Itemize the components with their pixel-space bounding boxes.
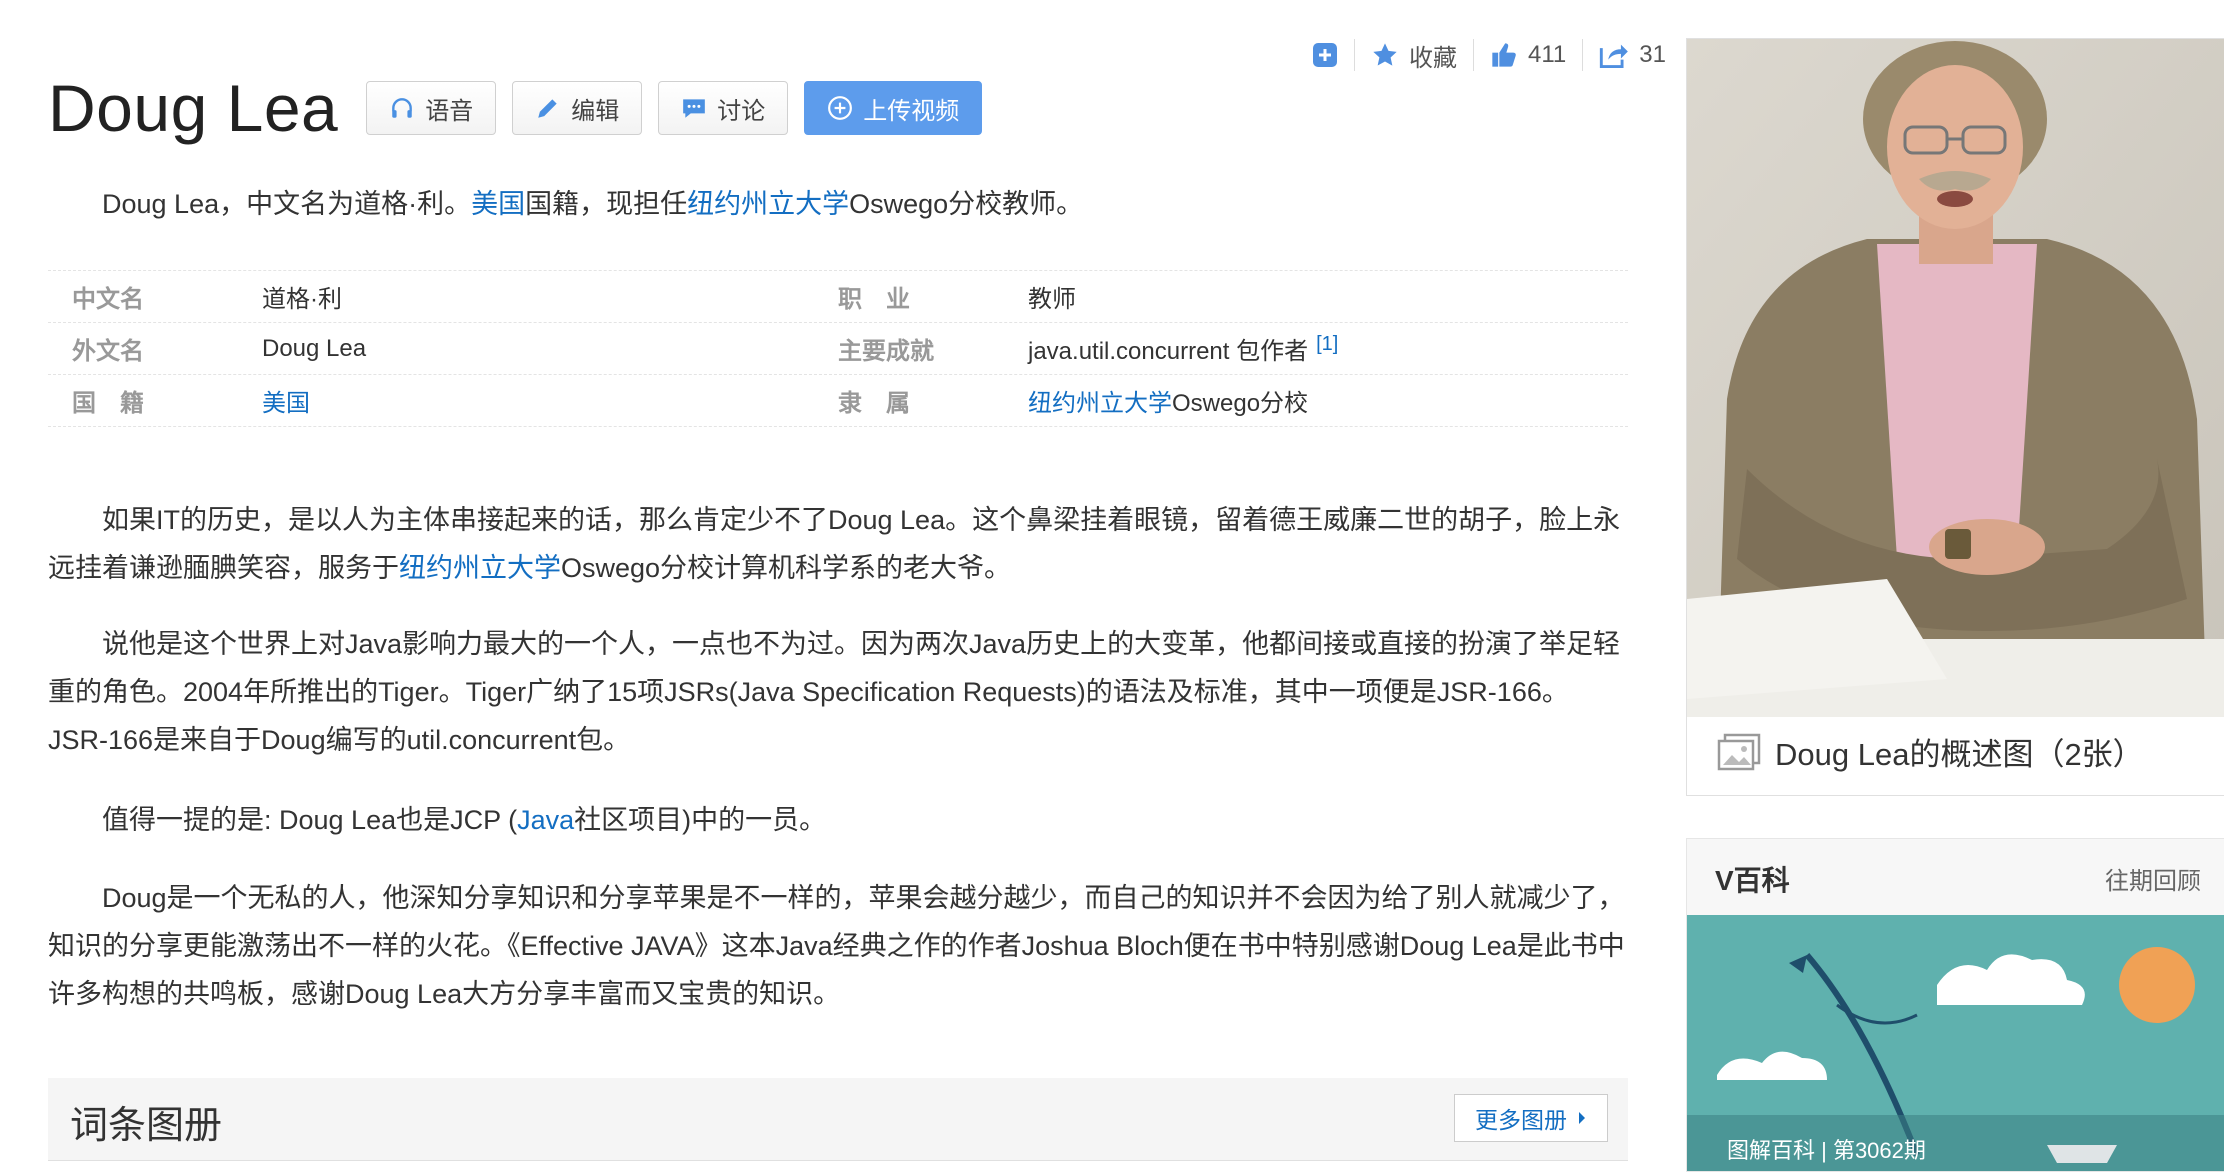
voice-button[interactable]: 语音 (366, 81, 497, 135)
link-suny[interactable]: 纽约州立大学 (687, 189, 849, 219)
album-title: 词条图册 (70, 1105, 223, 1147)
pencil-icon (538, 99, 557, 118)
info-value: 纽约州立大学Oswego分校 (1028, 390, 1309, 417)
info-row: 外文名 Doug Lea 主要成就 java.util.concurrent 包… (48, 323, 1628, 375)
photo-caption[interactable]: Doug Lea的概述图（2张） (1717, 729, 2144, 774)
share-icon (1600, 44, 1629, 68)
basic-info-table: 中文名 道格·利 职 业 教师 外文名 Doug Lea 主要成就 java.u… (48, 270, 1628, 427)
info-row: 中文名 道格·利 职 业 教师 (48, 270, 1628, 323)
discuss-button[interactable]: 讨论 (658, 81, 789, 135)
like-button[interactable]: 411 (1474, 37, 1582, 73)
thumbs-up-icon (1492, 43, 1516, 67)
summary: Doug Lea，中文名为道格·利。美国国籍，现担任纽约州立大学Oswego分校… (102, 189, 1084, 219)
action-bar: 收藏 411 31 (1296, 32, 1682, 78)
title-row: Doug Lea 语音 编辑 讨论 上传视频 (48, 70, 998, 146)
link-java[interactable]: Java (517, 805, 574, 835)
info-label: 中文名 (72, 286, 144, 313)
more-albums-button[interactable]: 更多图册 (1454, 1094, 1608, 1142)
info-label: 职 业 (838, 286, 910, 313)
reference-link[interactable]: [1] (1316, 333, 1338, 355)
upload-video-label: 上传视频 (863, 97, 960, 125)
upload-video-button[interactable]: 上传视频 (804, 81, 983, 135)
plus-circle-icon (828, 96, 853, 120)
favorite-label: 收藏 (1409, 44, 1457, 72)
v-baike-title: V百科 (1715, 865, 1790, 896)
voice-label: 语音 (425, 97, 474, 125)
info-value: 道格·利 (262, 286, 342, 313)
info-label: 国 籍 (72, 390, 144, 417)
more-albums-label: 更多图册 (1475, 1107, 1567, 1133)
headphones-icon (392, 98, 413, 118)
info-value: java.util.concurrent 包作者 [1] (1028, 333, 1339, 365)
share-count: 31 (1639, 41, 1666, 68)
v-baike-panel: V百科 往期回顾 图解百科 | 第3062期 (1686, 838, 2224, 1172)
comment-icon (683, 99, 706, 118)
paragraph-3: 值得一提的是: Doug Lea也是JCP (Java社区项目)中的一员。 (102, 805, 827, 835)
link-usa[interactable]: 美国 (471, 189, 525, 219)
link-suny-info[interactable]: 纽约州立大学 (1028, 390, 1172, 417)
edit-label: 编辑 (571, 97, 620, 125)
image-gallery-icon (1717, 733, 1761, 770)
v-baike-cover-image[interactable]: 图解百科 | 第3062期 (1687, 915, 2224, 1171)
info-value: 教师 (1028, 286, 1076, 313)
past-issues-link[interactable]: 往期回顾 (2105, 861, 2201, 896)
portrait-photo[interactable] (1687, 39, 2224, 717)
page-title: Doug Lea (48, 71, 339, 145)
issue-tag: 图解百科 | 第3062期 (1727, 1138, 1926, 1163)
summary-photo-card: Doug Lea的概述图（2张） (1686, 38, 2224, 796)
photo-caption-text: Doug Lea的概述图（2张） (1775, 737, 2144, 772)
discuss-label: 讨论 (717, 97, 766, 125)
info-label: 主要成就 (838, 338, 934, 365)
star-icon (1373, 43, 1397, 66)
album-section: 词条图册 更多图册 (48, 1078, 1628, 1161)
paragraph-1: 如果IT的历史，是以人为主体串接起来的话，那么肯定少不了Doug Lea。这个鼻… (48, 505, 1621, 583)
info-label: 外文名 (72, 338, 144, 365)
caret-right-icon (1579, 1112, 1585, 1124)
share-button[interactable]: 31 (1583, 37, 1682, 73)
info-label: 隶 属 (838, 390, 910, 417)
favorite-button[interactable]: 收藏 (1355, 37, 1473, 73)
paragraph-2: 说他是这个世界上对Java影响力最大的一个人，一点也不为过。因为两次Java历史… (48, 629, 1621, 755)
link-suny-body[interactable]: 纽约州立大学 (399, 553, 561, 583)
plus-square-icon (1313, 43, 1337, 67)
add-button[interactable] (1296, 37, 1354, 73)
paragraph-4: Doug是一个无私的人，他深知分享知识和分享苹果是不一样的，苹果会越分越少，而自… (48, 883, 1625, 1009)
edit-button[interactable]: 编辑 (512, 81, 643, 135)
like-count: 411 (1528, 41, 1567, 68)
link-usa-info[interactable]: 美国 (262, 390, 310, 417)
info-value: Doug Lea (262, 334, 367, 362)
info-row: 国 籍 美国 隶 属 纽约州立大学Oswego分校 (48, 375, 1628, 427)
info-value: 美国 (262, 383, 838, 418)
